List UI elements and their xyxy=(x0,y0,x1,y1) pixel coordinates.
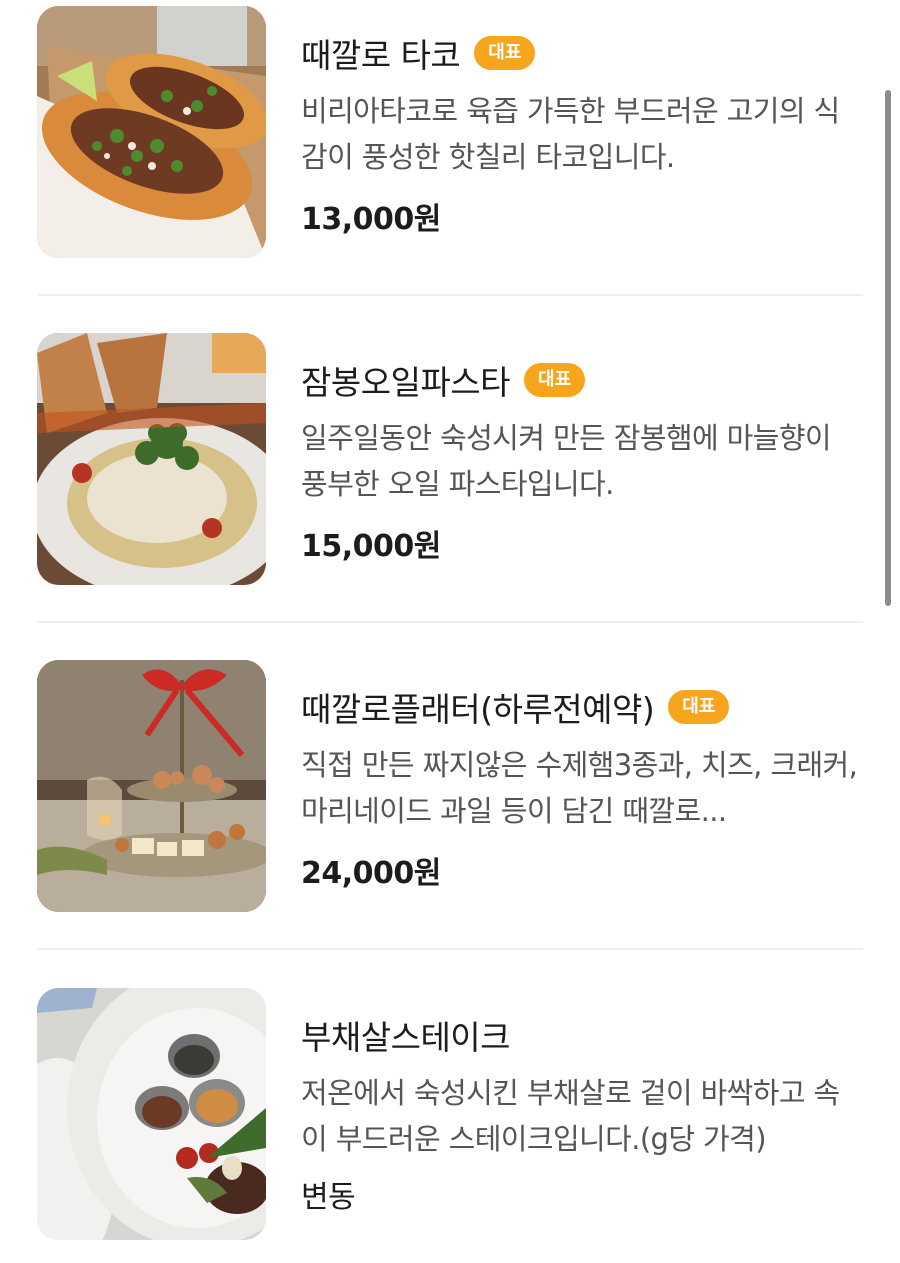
steak-photo xyxy=(37,988,266,1240)
menu-item-price: 15,000원 xyxy=(301,529,441,564)
menu-item-price: 13,000원 xyxy=(301,202,441,237)
menu-item-info: 때깔로 타코 대표 비리아타코로 육즙 가득한 부드러운 고기의 식감이 풍성한… xyxy=(301,6,863,238)
divider xyxy=(37,948,863,950)
divider xyxy=(37,621,863,623)
menu-item-info: 잠봉오일파스타 대표 일주일동안 숙성시켜 만든 잠봉햄에 마늘향이 풍부한 오… xyxy=(301,333,863,565)
menu-item[interactable]: 때깔로 타코 대표 비리아타코로 육즙 가득한 부드러운 고기의 식감이 풍성한… xyxy=(37,6,863,258)
pasta-photo xyxy=(37,333,266,585)
signature-badge: 대표 xyxy=(668,690,730,724)
divider xyxy=(37,294,863,296)
menu-item-price: 24,000원 xyxy=(301,856,441,891)
menu-item-description: 저온에서 숙성시킨 부채살로 겉이 바싹하고 속이 부드러운 스테이크입니다.(… xyxy=(301,1076,840,1156)
menu-item[interactable]: 잠봉오일파스타 대표 일주일동안 숙성시켜 만든 잠봉햄에 마늘향이 풍부한 오… xyxy=(37,333,863,585)
title-row: 때깔로플래터(하루전예약) 대표 xyxy=(301,684,863,730)
platter-photo xyxy=(37,660,266,912)
menu-item-title: 잠봉오일파스타 xyxy=(301,363,511,402)
menu-item[interactable]: 때깔로플래터(하루전예약) 대표 직접 만든 짜지않은 수제햄3종과, 치즈, … xyxy=(37,660,863,912)
menu-item-description: 직접 만든 짜지않은 수제햄3종과, 치즈, 크래커, 마리네이드 과일 등이 … xyxy=(301,748,858,828)
menu-item-info: 부채살스테이크 저온에서 숙성시킨 부채살로 겉이 바싹하고 속이 부드러운 스… xyxy=(301,988,863,1216)
menu-item-info: 때깔로플래터(하루전예약) 대표 직접 만든 짜지않은 수제햄3종과, 치즈, … xyxy=(301,660,863,892)
menu-item[interactable]: 부채살스테이크 저온에서 숙성시킨 부채살로 겉이 바싹하고 속이 부드러운 스… xyxy=(37,988,863,1240)
menu-item-description: 비리아타코로 육즙 가득한 부드러운 고기의 식감이 풍성한 핫칠리 타코입니다… xyxy=(301,94,840,174)
signature-badge: 대표 xyxy=(524,363,586,397)
menu-item-title: 부채살스테이크 xyxy=(301,1018,511,1057)
menu-item-title: 때깔로 타코 xyxy=(301,36,461,75)
title-row: 때깔로 타코 대표 xyxy=(301,30,863,76)
menu-item-title: 때깔로플래터(하루전예약) xyxy=(301,690,655,729)
taco-photo xyxy=(37,6,266,258)
title-row: 부채살스테이크 xyxy=(301,1012,863,1058)
menu-item-description: 일주일동안 숙성시켜 만든 잠봉햄에 마늘향이 풍부한 오일 파스타입니다. xyxy=(301,421,832,501)
title-row: 잠봉오일파스타 대표 xyxy=(301,357,863,403)
menu-item-price: 변동 xyxy=(301,1180,356,1215)
scrollbar[interactable] xyxy=(885,90,891,606)
signature-badge: 대표 xyxy=(474,36,536,70)
